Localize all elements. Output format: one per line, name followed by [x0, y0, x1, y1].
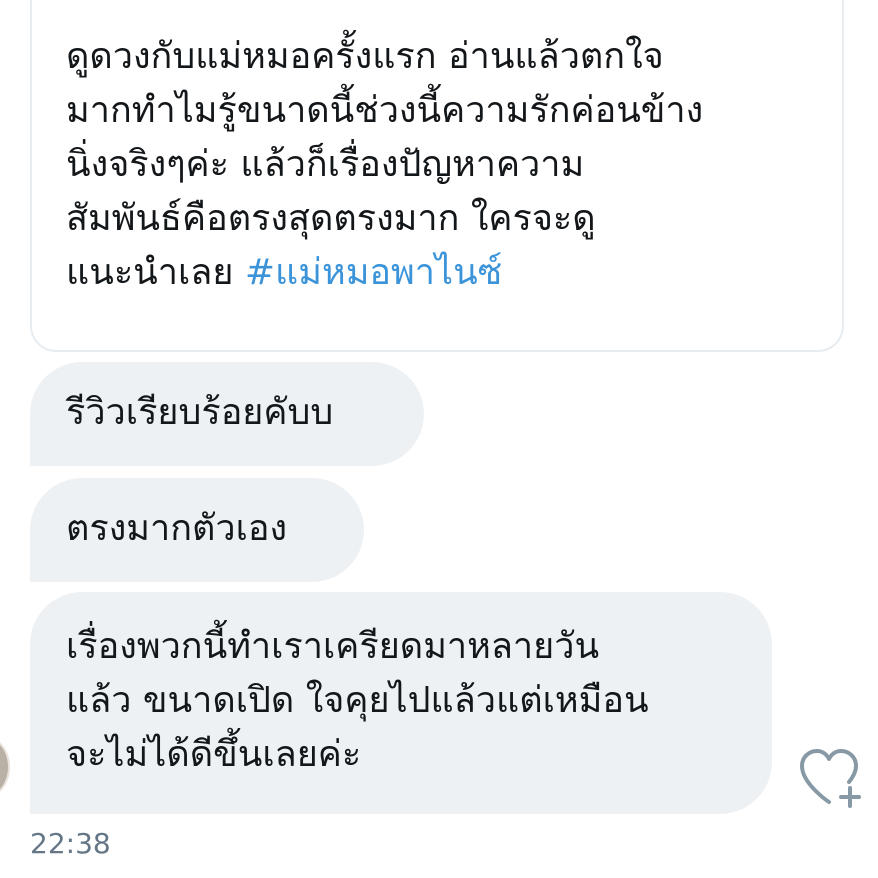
- message-bubble[interactable]: รีวิวเรียบร้อยคับบ: [30, 362, 424, 466]
- message-bubble[interactable]: ตรงมากตัวเอง: [30, 478, 364, 582]
- like-button[interactable]: [796, 746, 864, 810]
- hashtag-link[interactable]: #แม่หมอพาไนซ์: [245, 252, 502, 293]
- message-bubble[interactable]: เรื่องพวกนี้ทำเราเครียดมาหลายวัน แล้ว ขน…: [30, 592, 772, 814]
- dm-conversation: ดูดวงกับแม่หมอครั้งแรก อ่านแล้วตกใจ มากท…: [0, 0, 878, 878]
- message-text: รีวิวเรียบร้อยคับบ: [66, 392, 334, 433]
- sender-avatar-small[interactable]: [0, 736, 10, 798]
- heart-plus-icon: [800, 749, 861, 808]
- message-text: ตรงมากตัวเอง: [66, 508, 288, 549]
- shared-post-text: ดูดวงกับแม่หมอครั้งแรก อ่านแล้วตกใจ มากท…: [66, 30, 826, 300]
- message-timestamp: 22:38: [30, 827, 111, 860]
- message-text: เรื่องพวกนี้ทำเราเครียดมาหลายวัน แล้ว ขน…: [66, 626, 649, 775]
